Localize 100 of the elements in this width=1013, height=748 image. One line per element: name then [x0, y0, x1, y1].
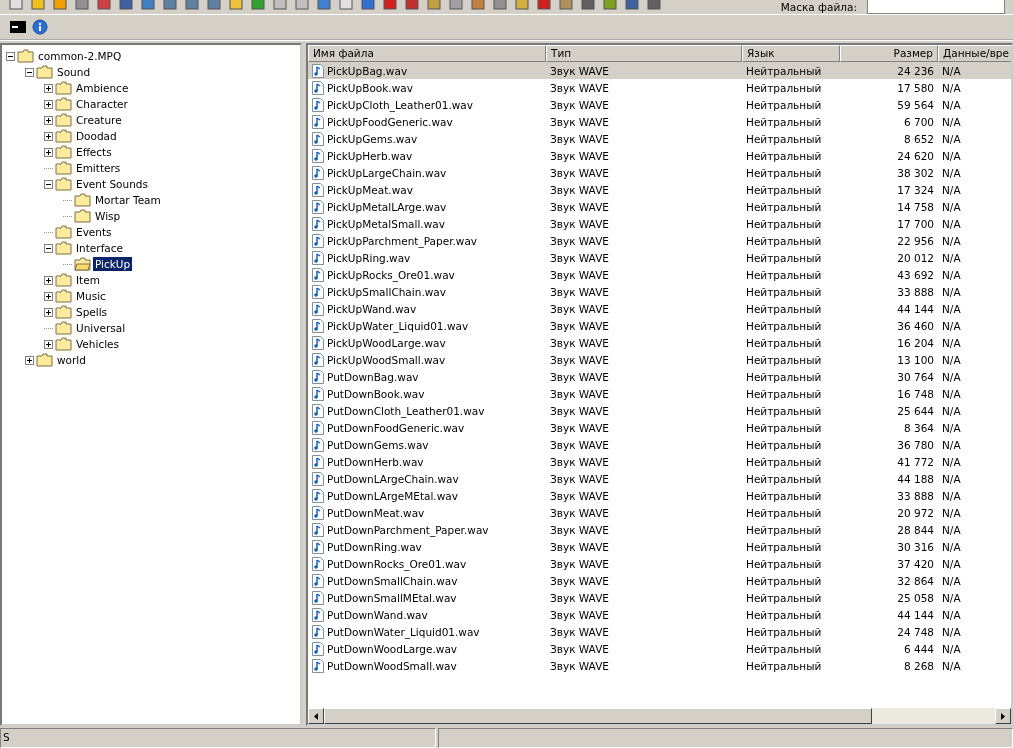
- tree-item[interactable]: Item: [74, 273, 102, 287]
- file-size: 17 324: [896, 183, 935, 196]
- scrollbar-thumb[interactable]: [324, 708, 872, 724]
- file-name: PickUpHerb.wav: [327, 149, 413, 162]
- tree-item[interactable]: Events: [74, 225, 114, 239]
- file-size: 22 956: [896, 234, 935, 247]
- column-header[interactable]: Имя файла: [308, 45, 546, 62]
- expand-icon[interactable]: [44, 339, 53, 349]
- folder-icon: [55, 129, 72, 143]
- file-size: 44 144: [896, 302, 935, 315]
- tree-item[interactable]: Character: [74, 97, 130, 111]
- file-type: Звук WAVE: [549, 642, 610, 655]
- tree-item[interactable]: Vehicles: [74, 337, 122, 351]
- expand-icon[interactable]: [44, 147, 53, 157]
- file-type: Звук WAVE: [549, 285, 610, 298]
- right-arrow-icon: [1001, 712, 1005, 720]
- tree-item[interactable]: Spells: [74, 305, 110, 319]
- file-name: PutDownLArgeChain.wav: [327, 472, 459, 485]
- expand-icon[interactable]: [44, 131, 53, 141]
- music-note-icon: [312, 641, 324, 656]
- file-name: PickUpRocks_Ore01.wav: [327, 268, 455, 281]
- info-icon[interactable]: [32, 19, 48, 35]
- collapse-icon[interactable]: [6, 51, 15, 61]
- file-language: Нейтральный: [745, 302, 823, 315]
- scroll-left-button[interactable]: [308, 708, 324, 724]
- expand-icon[interactable]: [44, 291, 53, 301]
- file-type: Звук WAVE: [549, 540, 610, 553]
- status-text: S: [0, 728, 436, 748]
- tree-item[interactable]: Wisp: [93, 209, 123, 223]
- file-name: PutDownLArgeMEtal.wav: [327, 489, 458, 502]
- file-name: PickUpMeat.wav: [327, 183, 413, 196]
- tree-item[interactable]: Ambience: [74, 81, 131, 95]
- tree-item[interactable]: Effects: [74, 145, 114, 159]
- file-language: Нейтральный: [745, 387, 823, 400]
- file-type: Звук WAVE: [549, 557, 610, 570]
- file-name: PutDownWoodSmall.wav: [327, 659, 457, 672]
- file-language: Нейтральный: [745, 540, 823, 553]
- column-header[interactable]: Тип: [546, 45, 742, 62]
- column-header[interactable]: Данные/вре: [938, 45, 1011, 62]
- tree-item[interactable]: Music: [74, 289, 108, 303]
- file-name: PutDownWand.wav: [327, 608, 428, 621]
- tree-item[interactable]: Event Sounds: [74, 177, 150, 191]
- file-type: Звук WAVE: [549, 438, 610, 451]
- file-type: Звук WAVE: [549, 217, 610, 230]
- music-note-icon: [312, 352, 324, 367]
- tree-item[interactable]: Doodad: [74, 129, 119, 143]
- tree-item[interactable]: Creature: [74, 113, 124, 127]
- file-type: Звук WAVE: [549, 421, 610, 434]
- tree-item[interactable]: Emitters: [74, 161, 123, 175]
- collapse-icon[interactable]: [44, 243, 53, 253]
- file-data: N/A: [941, 336, 962, 349]
- file-type: Звук WAVE: [549, 387, 610, 400]
- tree-item[interactable]: Sound: [55, 65, 93, 79]
- file-size: 24 236: [896, 64, 935, 77]
- music-note-icon: [312, 658, 324, 673]
- file-data: N/A: [941, 64, 962, 77]
- file-size: 36 460: [896, 319, 935, 332]
- file-type: Звук WAVE: [549, 336, 610, 349]
- collapse-icon[interactable]: [44, 179, 53, 189]
- tree-item[interactable]: Interface: [74, 241, 125, 255]
- music-note-icon: [312, 182, 324, 197]
- tree-item[interactable]: Mortar Team: [93, 193, 163, 207]
- expand-icon[interactable]: [44, 99, 53, 109]
- scroll-right-button[interactable]: [995, 708, 1011, 724]
- file-type: Звук WAVE: [549, 608, 610, 621]
- column-header[interactable]: Язык: [742, 45, 840, 62]
- file-language: Нейтральный: [745, 285, 823, 298]
- file-type: Звук WAVE: [549, 353, 610, 366]
- tree-item[interactable]: world: [55, 353, 88, 367]
- column-header[interactable]: Размер: [840, 45, 938, 62]
- file-data: N/A: [941, 268, 962, 281]
- file-type: Звук WAVE: [549, 166, 610, 179]
- expand-icon[interactable]: [25, 355, 34, 365]
- tree-item[interactable]: common-2.MPQ: [36, 49, 124, 63]
- console-icon[interactable]: [10, 21, 26, 33]
- music-note-icon: [312, 233, 324, 248]
- mask-field[interactable]: [867, 0, 1005, 14]
- file-data: N/A: [941, 489, 962, 502]
- file-data: N/A: [941, 166, 962, 179]
- file-language: Нейтральный: [745, 625, 823, 638]
- file-size: 25 644: [896, 404, 935, 417]
- file-type: Звук WAVE: [549, 523, 610, 536]
- file-language: Нейтральный: [745, 438, 823, 451]
- music-note-icon: [312, 80, 324, 95]
- collapse-icon[interactable]: [25, 67, 34, 77]
- file-data: N/A: [941, 506, 962, 519]
- file-type: Звук WAVE: [549, 506, 610, 519]
- file-language: Нейтральный: [745, 149, 823, 162]
- tree-item[interactable]: Universal: [74, 321, 128, 335]
- expand-icon[interactable]: [44, 83, 53, 93]
- file-language: Нейтральный: [745, 200, 823, 213]
- tree-item[interactable]: PickUp: [93, 257, 133, 271]
- music-note-icon: [312, 148, 324, 163]
- folder-icon: [55, 113, 72, 127]
- expand-icon[interactable]: [44, 307, 53, 317]
- expand-icon[interactable]: [44, 275, 53, 285]
- file-language: Нейтральный: [745, 642, 823, 655]
- file-language: Нейтральный: [745, 217, 823, 230]
- expand-icon[interactable]: [44, 115, 53, 125]
- file-row[interactable]: PickUpBag.wav Звук WAVE Нейтральный 24 236 N/A: [308, 62, 1011, 79]
